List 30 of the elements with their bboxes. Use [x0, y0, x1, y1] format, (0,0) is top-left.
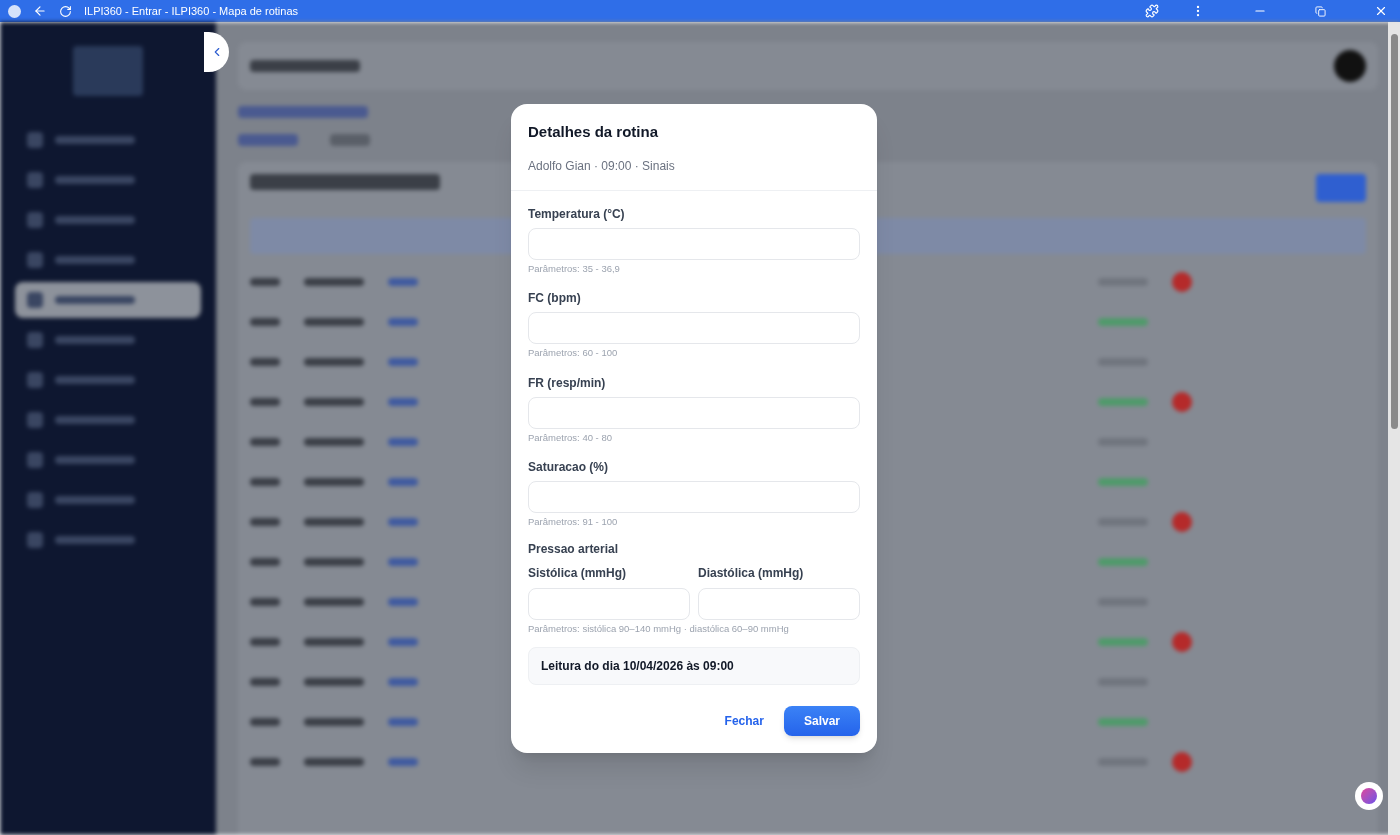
field-label: FR (resp/min) — [528, 374, 607, 392]
field-label: FC (bpm) — [528, 290, 582, 308]
input-field[interactable] — [528, 588, 690, 621]
input-field[interactable] — [698, 588, 860, 621]
close-icon[interactable] — [1374, 4, 1388, 18]
field-label: Temperatura (°C) — [528, 206, 626, 224]
field-label: Saturacao (%) — [528, 458, 610, 476]
field-label: Sistólica (mmHg) — [528, 565, 627, 583]
field-label: Diastólica (mmHg) — [698, 565, 805, 583]
save-button[interactable]: Salvar — [783, 706, 860, 737]
field-hint: Parâmetros: 35 - 36,9 — [528, 262, 621, 277]
extensions-icon[interactable] — [1145, 4, 1159, 18]
restore-icon[interactable] — [1315, 5, 1326, 17]
back-icon[interactable] — [33, 4, 47, 18]
input-field[interactable] — [528, 228, 860, 261]
dialog-subtitle: Adolfo Gian · 09:00 · Sinais — [528, 158, 676, 176]
close-button[interactable]: Fechar — [720, 706, 768, 737]
section-label: Pressao arterial — [528, 541, 620, 559]
field-hint: Parâmetros: sistólica 90–140 mmHg · diastólica 60–90 mmHg — [528, 622, 790, 637]
reading-note: Leitura do dia 10/04/2026 às 09:00 — [528, 647, 860, 686]
input-field[interactable] — [528, 312, 860, 345]
field-hint: Parâmetros: 91 - 100 — [528, 514, 619, 529]
field-hint: Parâmetros: 40 - 80 — [528, 430, 613, 445]
input-field[interactable] — [528, 480, 860, 513]
window-title: ILPI360 - Entrar - ILPI360 - Mapa de rotinas — [84, 3, 298, 19]
reload-icon[interactable] — [59, 4, 72, 18]
dialog-title: Detalhes da rotina — [528, 121, 660, 142]
input-field[interactable] — [528, 396, 860, 429]
field-hint: Parâmetros: 60 - 100 — [528, 346, 619, 361]
app-logo-icon — [8, 4, 21, 18]
